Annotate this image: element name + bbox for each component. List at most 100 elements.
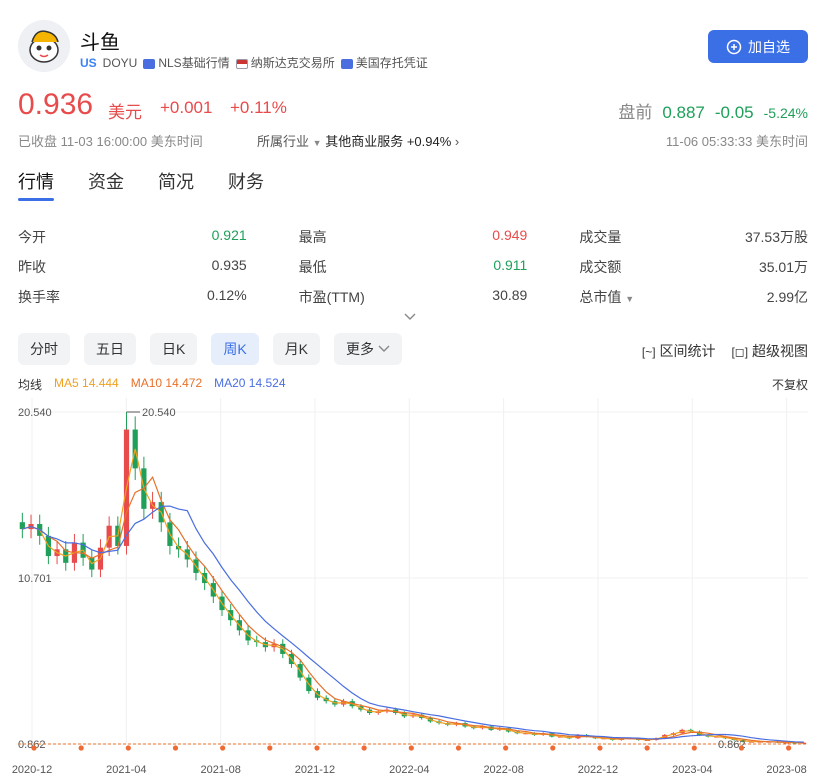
adr-icon: [340, 58, 353, 69]
event-dot: [503, 745, 509, 751]
ma5-value: MA5 14.444: [54, 376, 119, 390]
event-dot: [691, 745, 697, 751]
x-tick-label: 2021-04: [106, 764, 146, 776]
range-icon: [~]: [641, 345, 656, 359]
chart-tools: [~] 区间统计 [◻] 超级视图: [642, 341, 808, 361]
adr-tag: 美国存托凭证: [340, 54, 428, 71]
event-dot: [267, 745, 273, 751]
premarket-time: 11-06 05:33:33 美东时间: [665, 134, 808, 149]
period-more[interactable]: 更多: [334, 333, 403, 365]
fullscreen-icon: [◻]: [731, 345, 749, 359]
market-tag: US: [80, 55, 97, 70]
kline-chart[interactable]: 20.54010.7010.86220.5400.8622020-12 2021-…: [0, 398, 820, 781]
industry-link[interactable]: 所属行业 ▼ 其他商业服务 +0.94% ›: [257, 131, 459, 150]
ticker: DOYU: [102, 55, 138, 70]
period-selector: 分时 五日 日K 周K 月K 更多: [18, 333, 403, 365]
tab-profile[interactable]: 简况: [158, 168, 194, 194]
us-flag-icon: [235, 58, 248, 69]
stat-open: 今开 0.921: [18, 227, 247, 245]
event-dot: [408, 745, 414, 751]
stock-header: 斗鱼 US DOYU NLS基础行情 纳斯达克交易所 美国存托凭证 加自选 0.…: [0, 0, 820, 160]
stats-row: 换手率 0.12% 市盈(TTM) 30.89 总市值 ▼ 2.99亿: [18, 282, 808, 312]
exchange-tag: 纳斯达克交易所: [235, 54, 335, 71]
x-tick-label: 2022-08: [483, 764, 523, 776]
event-dot: [455, 745, 462, 751]
stat-low: 最低 0.911: [298, 257, 528, 275]
nls-tag: NLS基础行情: [143, 54, 230, 71]
stock-name: 斗鱼: [80, 32, 120, 54]
period-monthly[interactable]: 月K: [272, 333, 321, 365]
event-dot: [361, 745, 367, 751]
ma10-value: MA10 14.472: [130, 376, 203, 390]
add-watchlist-label: 加自选: [748, 38, 790, 55]
x-tick-label: 2021-08: [200, 764, 240, 776]
stat-market-cap[interactable]: 总市值 ▼ 2.99亿: [579, 287, 808, 307]
stat-prev-close: 昨收 0.935: [18, 257, 247, 275]
x-tick-label: 2022-04: [389, 764, 429, 776]
chevron-right-icon: ›: [454, 134, 460, 149]
plus-circle-icon: [726, 39, 742, 54]
super-view-button[interactable]: [◻] 超级视图: [731, 341, 808, 361]
ma10-line: [22, 475, 804, 744]
x-tick-label: 2023-08: [766, 764, 806, 776]
stats-row: 今开 0.921 最高 0.949 成交量 37.53万股: [18, 222, 808, 252]
premarket-quote: 盘前 0.887 -0.05 -5.24%: [618, 98, 808, 123]
nls-icon: [143, 58, 156, 69]
ma-legend: 均线 MA5 14.444 MA10 14.472 MA20 14.524: [18, 376, 286, 393]
y-tick-label: 10.701: [18, 573, 52, 585]
caret-down-icon: ▼: [312, 138, 322, 148]
price-change-pct: +0.11%: [230, 98, 287, 117]
section-tabs: 行情 资金 简况 财务: [18, 168, 264, 194]
current-price: 0.936: [18, 88, 94, 121]
tab-finance[interactable]: 财务: [228, 168, 264, 194]
event-dot: [31, 745, 37, 751]
tab-capital[interactable]: 资金: [88, 168, 124, 194]
tab-quote[interactable]: 行情: [18, 168, 54, 194]
event-dot: [644, 745, 650, 751]
ma-title: 均线: [18, 378, 43, 392]
event-dot: [220, 745, 226, 751]
x-tick-label: 2021-12: [295, 764, 335, 776]
premarket-price: 0.887: [662, 103, 705, 122]
y-tick-label: 20.540: [18, 407, 52, 419]
expand-chevron-icon[interactable]: [404, 310, 416, 324]
max-label: 20.540: [142, 407, 176, 419]
price-change: +0.001: [160, 98, 213, 117]
x-tick-label: 2020-12: [12, 764, 52, 776]
event-dot: [314, 745, 320, 751]
stats-grid: 今开 0.921 最高 0.949 成交量 37.53万股 昨收 0.935 最低 0.9…: [18, 222, 808, 312]
stock-tags: US DOYU NLS基础行情 纳斯达克交易所 美国存托凭证: [80, 54, 428, 71]
premarket-pct: -5.24%: [763, 105, 808, 121]
douyu-logo: [18, 20, 70, 72]
stats-row: 昨收 0.935 最低 0.911 成交额 35.01万: [18, 252, 808, 282]
range-stats-button[interactable]: [~] 区间统计: [642, 341, 716, 361]
stat-high: 最高 0.949: [298, 227, 528, 245]
market-status: 已收盘 11-03 16:00:00 美东时间: [18, 134, 203, 149]
event-dot: [78, 745, 84, 751]
currency: 美元: [108, 103, 142, 122]
industry-pct: +0.94%: [406, 134, 452, 149]
event-dot: [172, 745, 179, 751]
period-intraday[interactable]: 分时: [18, 333, 70, 365]
stat-pe: 市盈(TTM) 30.89: [298, 287, 528, 305]
x-tick-label: 2022-12: [578, 764, 618, 776]
event-dot: [597, 745, 603, 751]
stat-volume: 成交量 37.53万股: [579, 229, 809, 245]
active-tab-indicator: [18, 198, 54, 201]
caret-down-icon: ▼: [625, 294, 635, 304]
premarket-label: 盘前: [618, 103, 653, 122]
add-watchlist-button[interactable]: 加自选: [708, 30, 808, 63]
ma20-line: [22, 505, 804, 743]
period-daily[interactable]: 日K: [150, 333, 198, 365]
stat-turnover-amount: 成交额 35.01万: [579, 259, 809, 275]
period-5day[interactable]: 五日: [84, 333, 136, 365]
x-tick-label: 2023-04: [672, 764, 712, 776]
stat-turnover-rate: 换手率 0.12%: [18, 287, 247, 305]
adjust-toggle[interactable]: 不复权: [772, 376, 808, 393]
event-dot: [786, 745, 792, 751]
premarket-change: -0.05: [714, 103, 754, 122]
ma20-value: MA20 14.524: [214, 376, 286, 390]
event-dot: [550, 745, 556, 751]
period-weekly[interactable]: 周K: [211, 333, 259, 365]
ma5-line: [22, 448, 804, 744]
